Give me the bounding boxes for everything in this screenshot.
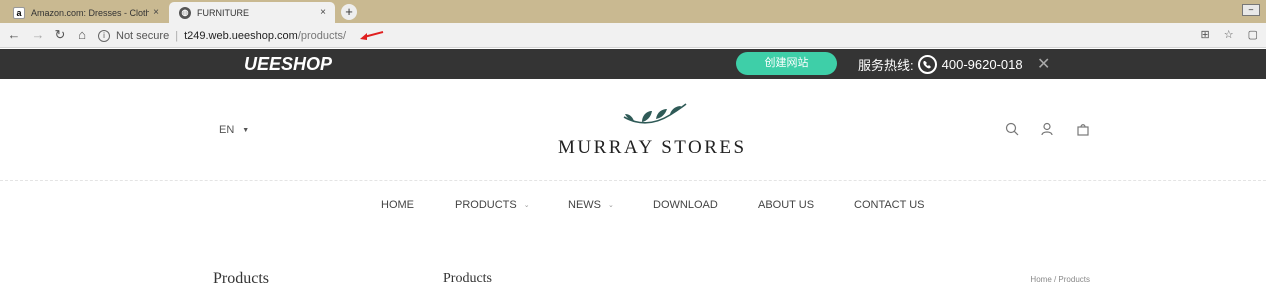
- hotline-label: 服务热线:: [858, 58, 914, 73]
- back-arrow-icon[interactable]: ←: [6, 27, 22, 43]
- nav-item-label: ABOUT US: [758, 199, 815, 211]
- language-selector[interactable]: EN ▼: [219, 124, 249, 136]
- user-icon[interactable]: [1040, 122, 1054, 136]
- address-bar[interactable]: i Not secure | t249.web.ueeshop.com/prod…: [98, 26, 1196, 45]
- language-label: EN: [219, 124, 235, 136]
- caret-down-icon: ▼: [242, 126, 250, 134]
- nav-item-download[interactable]: DOWNLOAD: [653, 199, 718, 211]
- security-label: Not secure: [116, 29, 170, 42]
- browser-tab-strip: a Amazon.com: Dresses - Clothi × ◍ FURNI…: [0, 0, 1266, 23]
- ueeshop-brand[interactable]: UEESHOP: [244, 54, 332, 75]
- tab-title: FURNITURE: [197, 7, 249, 18]
- page-title: Products: [443, 271, 492, 286]
- hotline: 服务热线: 400-9620-018: [858, 55, 1023, 74]
- tab-close-icon[interactable]: ×: [149, 7, 163, 18]
- store-logo-text[interactable]: MURRAY STORES: [558, 137, 747, 159]
- nav-item-label: PRODUCTS: [455, 199, 517, 211]
- address-separator: |: [175, 29, 179, 42]
- header-divider: [0, 180, 1266, 181]
- amazon-favicon-icon: a: [13, 6, 25, 19]
- create-site-button[interactable]: 创建网站: [736, 52, 837, 75]
- url-path: /products/: [297, 29, 347, 42]
- nav-item-home[interactable]: HOME: [381, 199, 414, 211]
- browser-tab-furniture[interactable]: ◍ FURNITURE ×: [169, 2, 335, 23]
- search-icon[interactable]: [1005, 122, 1019, 136]
- translate-icon[interactable]: ⊞: [1201, 28, 1210, 41]
- new-tab-button[interactable]: +: [341, 4, 357, 20]
- reload-icon[interactable]: ↻: [52, 27, 68, 43]
- nav-item-news[interactable]: NEWS ⌄: [568, 199, 614, 211]
- nav-item-label: DOWNLOAD: [653, 199, 718, 211]
- hotline-number: 400-9620-018: [941, 57, 1023, 72]
- extension-icon[interactable]: ▢: [1248, 28, 1258, 41]
- window-minimize-button[interactable]: –: [1242, 4, 1260, 16]
- sidebar-title: Products: [213, 270, 269, 287]
- close-promo-icon[interactable]: ✕: [1037, 54, 1050, 74]
- nav-item-about-us[interactable]: ABOUT US: [758, 199, 814, 211]
- tab-title: Amazon.com: Dresses - Clothi: [31, 7, 149, 18]
- nav-item-products[interactable]: PRODUCTS ⌄: [455, 199, 530, 211]
- browser-toolbar: ← → ↻ ⌂ i Not secure | t249.web.ueeshop.…: [0, 23, 1266, 48]
- url-host: t249.web.ueeshop.com: [184, 29, 298, 42]
- nav-item-contact-us[interactable]: CONTACT US: [854, 199, 925, 211]
- nav-item-label: HOME: [381, 199, 414, 211]
- phone-icon: [917, 55, 937, 74]
- nav-item-label: CONTACT US: [854, 199, 925, 211]
- nav-item-label: NEWS: [568, 199, 601, 211]
- promo-top-bar: UEESHOP 创建网站 服务热线: 400-9620-018 ✕: [0, 49, 1266, 79]
- red-arrow-annotation-icon: [360, 30, 384, 40]
- globe-favicon-icon: ◍: [179, 6, 191, 19]
- browser-action-icons: ⊞ ☆ ▢: [1201, 28, 1259, 41]
- tab-close-icon[interactable]: ×: [316, 7, 330, 18]
- chevron-down-icon: ⌄: [608, 202, 614, 209]
- bookmark-star-icon[interactable]: ☆: [1224, 28, 1234, 41]
- home-icon[interactable]: ⌂: [74, 27, 90, 43]
- leaf-logo-icon: [623, 103, 687, 124]
- breadcrumb[interactable]: Home / Products: [1030, 275, 1090, 284]
- browser-tab-amazon[interactable]: a Amazon.com: Dresses - Clothi ×: [0, 2, 168, 23]
- info-icon[interactable]: i: [98, 29, 110, 42]
- chevron-down-icon: ⌄: [523, 202, 530, 209]
- main-navigation: HOME PRODUCTS ⌄ NEWS ⌄ DOWNLOAD ABOUT US…: [0, 199, 1266, 217]
- cart-icon[interactable]: [1076, 122, 1090, 136]
- forward-arrow-icon[interactable]: →: [30, 27, 46, 43]
